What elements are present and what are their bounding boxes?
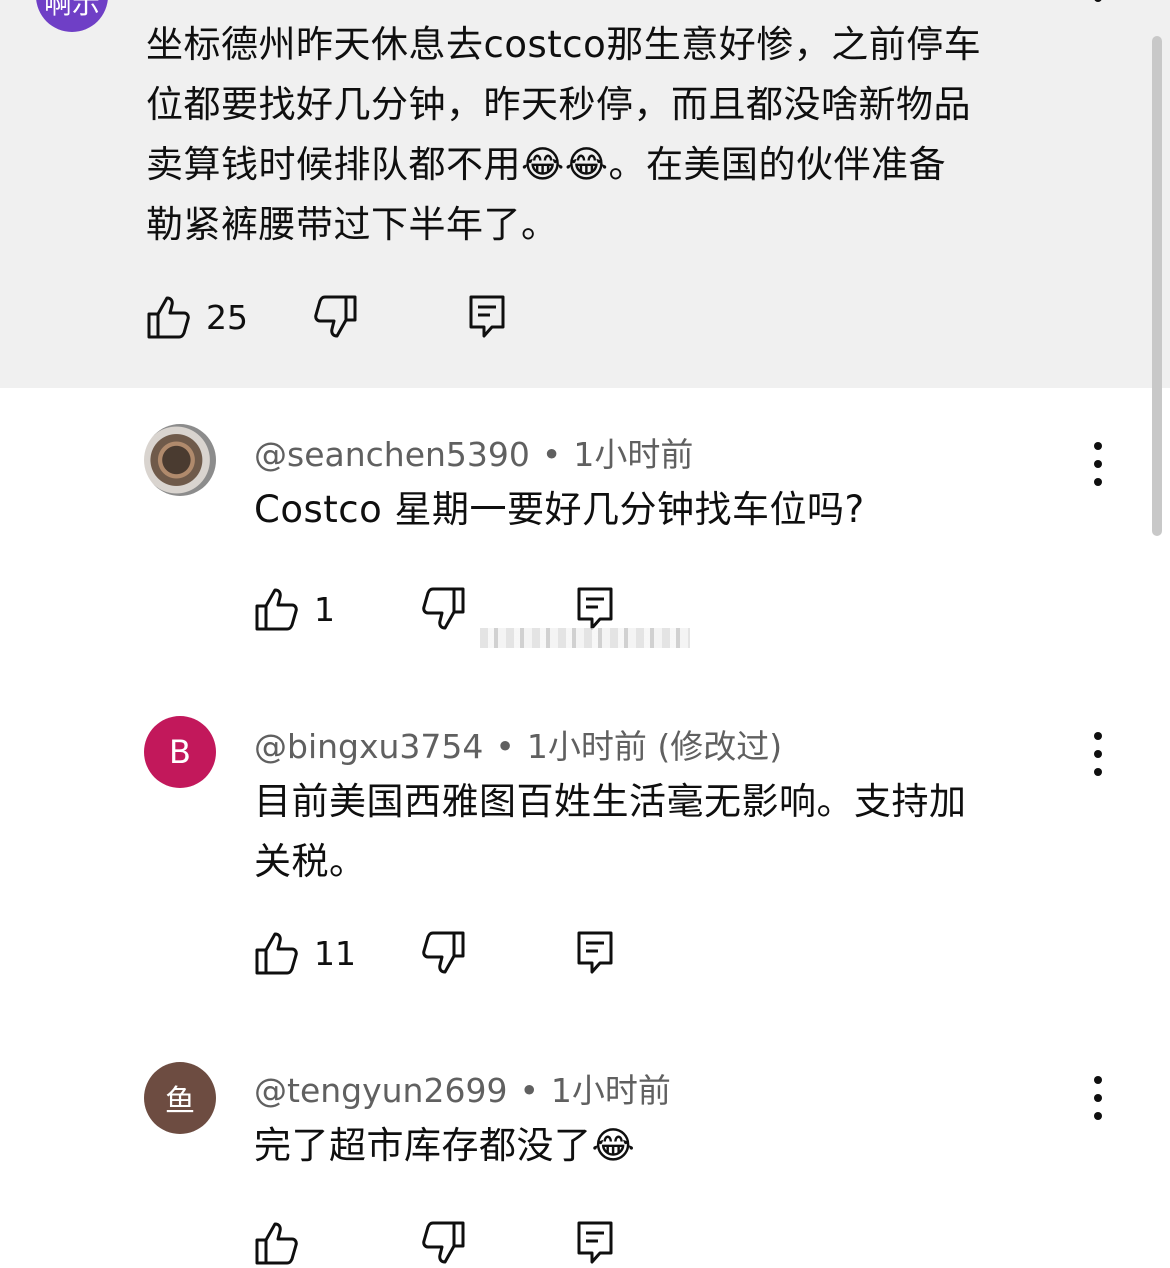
- comment-meta: @tengyun2699 • 1小时前: [254, 1064, 671, 1112]
- avatar-initials: 鱼: [165, 1084, 195, 1119]
- image-noise-artifact: [480, 628, 690, 648]
- avatar-initials: 啊示: [43, 0, 100, 20]
- dislike-button[interactable]: [422, 1220, 466, 1266]
- reply-button[interactable]: [576, 1220, 614, 1266]
- avatar[interactable]: B: [144, 716, 216, 788]
- comment-text: 完了超市库存都没了😂: [254, 1124, 636, 1167]
- separator-dot: •: [495, 727, 515, 766]
- thumbs-down-icon: [314, 295, 357, 338]
- more-options-icon[interactable]: [1088, 732, 1108, 776]
- avatar[interactable]: 鱼: [144, 1062, 216, 1134]
- dislike-button[interactable]: [314, 294, 358, 340]
- like-button[interactable]: 11: [254, 930, 356, 976]
- thumbs-up-icon: [255, 1222, 298, 1265]
- more-options-icon[interactable]: [1088, 1076, 1108, 1120]
- comment-actions: [254, 1220, 654, 1268]
- author-handle[interactable]: @seanchen5390: [254, 435, 530, 474]
- timestamp: 1小时前: [550, 1071, 671, 1110]
- author-handle[interactable]: @bingxu3754: [254, 727, 483, 766]
- timestamp: 1小时前: [573, 435, 694, 474]
- timestamp: 1小时前 (修改过): [526, 727, 783, 766]
- reply-icon: [469, 295, 505, 338]
- reply-button[interactable]: [468, 294, 506, 340]
- separator-dot: •: [541, 435, 562, 474]
- dislike-button[interactable]: [422, 586, 466, 632]
- reply-icon: [577, 1221, 613, 1264]
- avatar-initials: B: [169, 733, 191, 771]
- like-button[interactable]: [254, 1220, 314, 1266]
- thumbs-up-icon: [255, 588, 298, 631]
- more-options-icon[interactable]: [1094, 0, 1102, 2]
- like-count: 11: [314, 933, 356, 973]
- avatar[interactable]: 啊示: [36, 0, 108, 32]
- comment-actions: 25: [146, 294, 546, 342]
- like-button[interactable]: 1: [254, 586, 335, 632]
- separator-dot: •: [519, 1071, 539, 1110]
- thumbs-down-icon: [422, 931, 465, 974]
- reply-button[interactable]: [576, 930, 614, 976]
- reply-icon: [577, 931, 613, 974]
- like-button[interactable]: 25: [146, 294, 248, 340]
- more-options-icon[interactable]: [1088, 442, 1108, 486]
- comment-actions: 1: [254, 586, 654, 634]
- like-count: 25: [206, 297, 248, 337]
- highlighted-comment: 啊示 坐标德州昨天休息去costco那生意好惨，之前停车 位都要找好几分钟，昨天…: [0, 0, 1170, 388]
- dislike-button[interactable]: [422, 930, 466, 976]
- comment-text: 坐标德州昨天休息去costco那生意好惨，之前停车 位都要找好几分钟，昨天秒停，…: [146, 23, 982, 246]
- comment-text: Costco 星期一要好几分钟找车位吗?: [254, 488, 865, 531]
- like-count: 1: [314, 589, 335, 629]
- comment-actions: 11: [254, 930, 654, 978]
- thumbs-down-icon: [422, 1221, 465, 1264]
- reply-button[interactable]: [576, 586, 614, 632]
- avatar[interactable]: [144, 424, 216, 496]
- reply-icon: [577, 587, 613, 630]
- author-handle[interactable]: @tengyun2699: [254, 1071, 507, 1110]
- scrollbar[interactable]: [1152, 36, 1162, 536]
- thumbs-up-icon: [255, 932, 298, 975]
- thumbs-up-icon: [147, 296, 190, 339]
- comment-meta: @seanchen5390 • 1小时前: [254, 428, 693, 476]
- comment-meta: @bingxu3754 • 1小时前 (修改过): [254, 720, 782, 768]
- thumbs-down-icon: [422, 587, 465, 630]
- comment-text: 目前美国西雅图百姓生活毫无影响。支持加 关税。: [254, 780, 967, 883]
